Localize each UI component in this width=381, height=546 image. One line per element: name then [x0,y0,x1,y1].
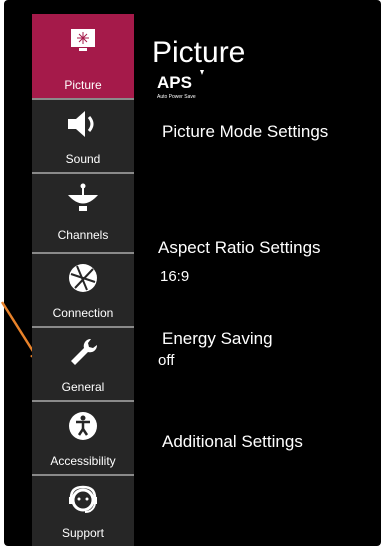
setting-additional[interactable]: Additional Settings [162,432,303,452]
sidebar-item-sound[interactable]: Sound [32,100,134,174]
satellite-dish-icon [32,182,134,214]
page-title: Picture [152,36,246,69]
sidebar-item-label: Connection [52,306,114,320]
setting-energy-saving-value: off [158,352,175,369]
sidebar-item-label: Channels [57,228,109,242]
wrench-icon [32,336,134,368]
picture-icon [32,26,134,58]
setting-aspect-ratio-value: 16:9 [160,268,190,285]
sidebar-item-accessibility[interactable]: Accessibility [32,402,134,476]
settings-sidebar: Picture Sound Channels Connection Genera… [32,14,134,546]
sidebar-item-general[interactable]: General [32,328,134,402]
speaker-icon [32,108,134,140]
globe-icon [32,262,134,294]
sidebar-item-label: General [61,380,105,394]
sidebar-item-label: Sound [65,152,101,166]
sidebar-item-channels[interactable]: Channels [32,174,134,254]
aps-caption: Auto Power Save [157,94,196,100]
sidebar-item-picture[interactable]: Picture [32,14,134,100]
sidebar-item-label: Accessibility [50,454,116,468]
accessibility-icon [32,410,134,442]
sidebar-item-label: Picture [64,78,102,92]
sidebar-item-label: Support [61,526,105,540]
setting-aspect-ratio[interactable]: Aspect Ratio Settings [158,238,321,258]
aps-logo-text: APS [157,73,192,92]
aps-logo: APS Auto Power Save [156,68,216,104]
sidebar-item-support[interactable]: Support [32,476,134,546]
setting-energy-saving[interactable]: Energy Saving [162,329,273,349]
sidebar-item-connection[interactable]: Connection [32,254,134,328]
headset-icon [32,484,134,516]
setting-picture-mode[interactable]: Picture Mode Settings [162,122,328,142]
